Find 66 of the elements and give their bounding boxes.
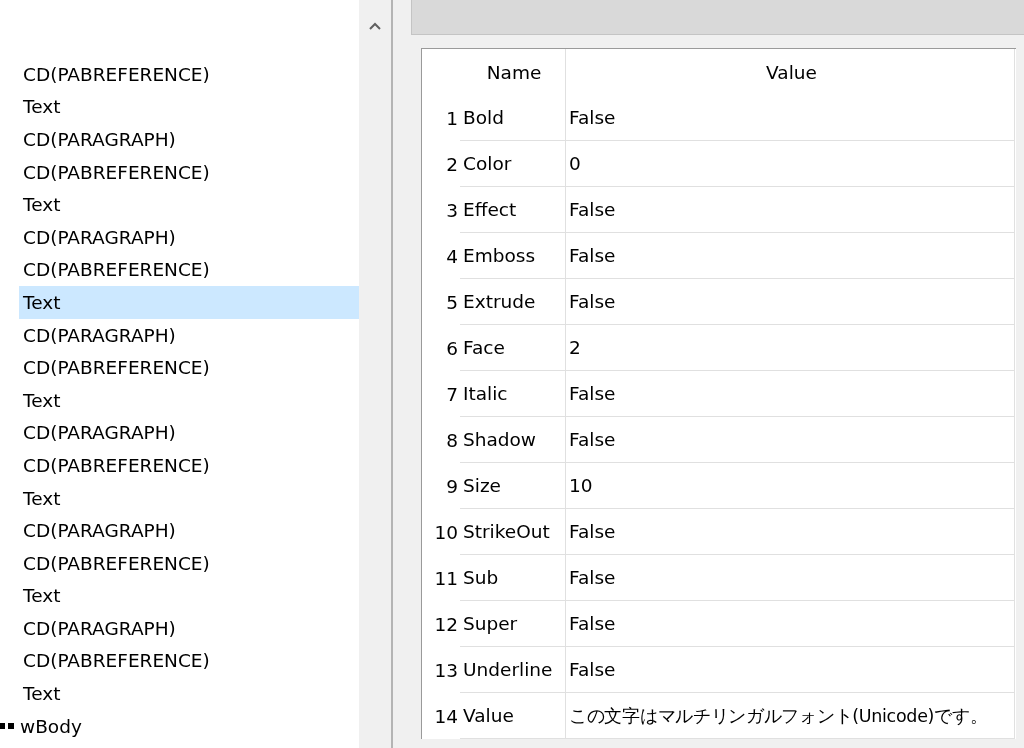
table-cell: False [566,509,1015,555]
table-cell: False [566,555,1015,601]
tree-item[interactable]: CD(PARAGRAPH) [19,416,359,450]
table-cell: Color [460,141,566,187]
table-cell: False [566,417,1015,463]
tree-item[interactable]: Text [19,383,359,417]
table-cell: Sub [460,555,566,601]
table-cell: この文字はマルチリンガルフォント(Unicode)です。 [566,693,1015,739]
tree-item[interactable]: CD(PARAGRAPH) [19,123,359,156]
tree-item[interactable]: Text [19,579,359,613]
table-cell: Emboss [460,233,566,279]
table-cell: 2 [566,325,1015,371]
tree-item[interactable]: Text [19,481,359,515]
table-cell: False [566,233,1015,279]
tree-item[interactable]: CD(PARAGRAPH) [19,220,359,254]
tree-item[interactable]: CD(PARAGRAPH) [19,318,359,352]
tree-item[interactable]: CD(PABREFERENCE) [19,351,359,384]
tree-item[interactable]: CD(PABREFERENCE) [19,546,359,580]
tree-item[interactable]: CD(PARAGRAPH) [19,514,359,547]
table-cell: False [566,95,1015,141]
table-cell: False [566,279,1015,325]
row-number: 8 [445,428,459,453]
row-number: 3 [445,198,459,223]
tree-item[interactable]: Text [19,90,359,124]
tree-item[interactable]: Text [19,188,359,221]
table-cell: StrikeOut [460,509,566,555]
table-cell: Shadow [460,417,566,463]
tree-item[interactable]: CD(PABREFERENCE) [19,58,359,91]
row-number: 4 [445,244,459,269]
row-number: 14 [433,704,459,729]
table-cell: Super [460,601,566,647]
table-cell: Extrude [460,279,566,325]
tree-dots-icon [0,722,16,731]
table-cell: Italic [460,371,566,417]
row-number: 11 [433,566,459,591]
table-cell: Underline [460,647,566,693]
row-number: 9 [445,474,459,499]
row-number: 5 [445,290,459,315]
tree-item[interactable]: Text [19,286,359,319]
tree-item[interactable]: CD(PABREFERENCE) [19,155,359,189]
row-number: 12 [433,612,459,637]
row-number: 6 [445,336,459,361]
tree-item[interactable]: CD(PABREFERENCE) [19,644,359,678]
tree-item[interactable]: CD(PARAGRAPH) [19,612,359,645]
table-cell: False [566,601,1015,647]
column-header: Name [460,49,566,95]
table-cell: 0 [566,141,1015,187]
tree-item[interactable]: Text [19,677,359,710]
table-cell: False [566,187,1015,233]
table-cell: 10 [566,463,1015,509]
row-number: 10 [433,520,459,545]
table-cell: Bold [460,95,566,141]
table-cell: Face [460,325,566,371]
tree-item[interactable]: wBody [20,715,82,737]
table-cell: Effect [460,187,566,233]
table-cell: False [566,371,1015,417]
row-number: 2 [445,152,459,177]
row-number: 1 [445,106,459,131]
tree-item[interactable]: CD(PABREFERENCE) [19,449,359,482]
row-number: 13 [433,658,459,683]
column-header: Value [566,49,1015,95]
table-cell: Value [460,693,566,739]
row-number: 7 [445,382,459,407]
table-cell: Size [460,463,566,509]
table-cell: False [566,647,1015,693]
tree-item[interactable]: CD(PABREFERENCE) [19,253,359,287]
